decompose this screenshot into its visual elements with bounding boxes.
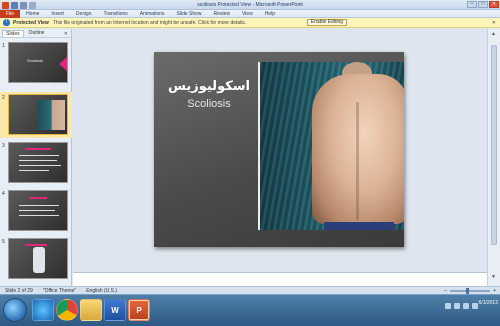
thumbnail-text-line	[19, 210, 55, 211]
notes-pane[interactable]	[73, 272, 487, 286]
ribbon-tabs: File Home Insert Design Transitions Anim…	[0, 9, 500, 18]
powerpoint-taskbar-icon[interactable]: P	[128, 299, 150, 321]
current-slide[interactable]: اسکولیوزیس Scoliosis	[154, 52, 404, 247]
slide-thumbnail-image	[8, 142, 68, 183]
slide-thumbnail-image	[8, 94, 68, 135]
title-bar: scoliosis Protected View - Microsoft Pow…	[0, 0, 500, 10]
slide-count-status: Slide 2 of 29	[5, 287, 33, 294]
word-taskbar-icon[interactable]: W	[104, 299, 126, 321]
tab-slide-show[interactable]: Slide Show	[171, 10, 208, 18]
clock-date: 6/1/2012	[478, 300, 498, 306]
maximize-button[interactable]: □	[478, 1, 488, 8]
windows-taskbar: W P 6/1/2012	[0, 294, 500, 326]
pink-arrow-shape	[59, 57, 67, 71]
slide-subtitle[interactable]: Scoliosis	[164, 98, 254, 110]
slide-thumbnail-3[interactable]: 3	[0, 140, 72, 186]
tray-icon[interactable]	[463, 303, 469, 309]
status-bar: Slide 2 of 29 "Office Theme" English (U.…	[0, 286, 500, 294]
folder-icon[interactable]	[80, 299, 102, 321]
thumbnail-heading-line	[25, 148, 51, 150]
thumbnail-caption: Scoliosis	[27, 58, 43, 63]
thumbnail-heading-line	[25, 244, 47, 246]
tab-slides[interactable]: Slides	[2, 29, 24, 37]
close-pane-icon[interactable]: ✕	[64, 31, 68, 37]
tab-design[interactable]: Design	[70, 10, 98, 18]
slide-title[interactable]: اسکولیوزیس	[164, 79, 254, 94]
window-title: scoliosis Protected View - Microsoft Pow…	[197, 2, 303, 8]
scroll-down-icon[interactable]: ▼	[491, 274, 496, 280]
tab-file[interactable]: File	[0, 9, 21, 18]
chrome-icon[interactable]	[56, 299, 78, 321]
tab-outline[interactable]: Outline	[26, 30, 48, 36]
language-status[interactable]: English (U.S.)	[81, 288, 122, 294]
thumbnail-text-line	[19, 160, 57, 161]
pane-tabs: Slides Outline	[0, 29, 71, 38]
slide-thumbnail-image	[8, 238, 68, 279]
tab-animations[interactable]: Animations	[134, 10, 171, 18]
protected-view-bar: ! Protected View This file originated fr…	[0, 18, 500, 28]
slide-number: 3	[2, 143, 5, 149]
protected-view-message[interactable]: This file originated from an Internet lo…	[53, 20, 303, 26]
photo-spine	[356, 102, 359, 220]
window-controls: – □ ✕	[467, 1, 499, 8]
photo-shorts	[324, 222, 394, 230]
slide-thumbnail-5[interactable]: 5	[0, 236, 72, 282]
tab-view[interactable]: View	[236, 10, 259, 18]
tray-icon[interactable]	[454, 303, 460, 309]
slide-thumbnail-2[interactable]: 2	[0, 92, 72, 138]
thumbnail-text-line	[19, 170, 49, 171]
close-window-button[interactable]: ✕	[489, 1, 499, 8]
tray-icon[interactable]	[472, 303, 478, 309]
theme-status: "Office Theme"	[42, 287, 77, 294]
start-button[interactable]	[3, 298, 27, 322]
thumbnail-text-line	[19, 205, 59, 206]
zoom-slider[interactable]	[450, 288, 491, 294]
slide-number: 5	[2, 239, 5, 245]
system-tray	[445, 303, 478, 309]
tab-insert[interactable]: Insert	[45, 10, 70, 18]
slide-thumbnail-image	[8, 190, 68, 231]
slide-number: 1	[2, 43, 5, 49]
tab-transitions[interactable]: Transitions	[98, 10, 134, 18]
back-photo-thumbnail	[37, 100, 65, 130]
thumbnail-text-line	[19, 165, 61, 166]
figure-thumbnail	[33, 247, 45, 273]
tray-icon[interactable]	[445, 303, 451, 309]
taskbar-clock[interactable]: 6/1/2012	[479, 300, 498, 307]
thumbnail-text-line	[19, 155, 59, 156]
slides-pane: Slides Outline ✕ 1 Scoliosis 2 3 4 5	[0, 29, 72, 286]
shield-icon: !	[3, 19, 10, 26]
scroll-up-icon[interactable]: ▲	[491, 31, 496, 37]
close-message-button[interactable]: ✕	[492, 20, 496, 26]
scoliosis-back-photo[interactable]	[258, 62, 404, 230]
internet-explorer-icon[interactable]	[32, 299, 54, 321]
slide-number: 2	[2, 95, 5, 101]
thumbnail-text-line	[19, 215, 59, 216]
enable-editing-button[interactable]: Enable Editing	[306, 19, 348, 26]
thumbnail-heading-line	[29, 197, 47, 199]
slide-editing-area: اسکولیوزیس Scoliosis	[73, 29, 487, 272]
scroll-thumb[interactable]	[491, 45, 497, 245]
minimize-button[interactable]: –	[467, 1, 477, 8]
slide-thumbnail-image: Scoliosis	[8, 42, 68, 83]
vertical-scrollbar[interactable]: ▲ ▼	[487, 29, 500, 286]
slide-thumbnail-4[interactable]: 4	[0, 188, 72, 234]
tab-help[interactable]: Help	[259, 10, 281, 18]
tab-review[interactable]: Review	[208, 10, 236, 18]
tab-home[interactable]: Home	[20, 10, 45, 18]
protected-view-title: Protected View	[13, 19, 49, 26]
slide-number: 4	[2, 191, 5, 197]
slide-thumbnail-1[interactable]: 1 Scoliosis	[0, 40, 72, 86]
